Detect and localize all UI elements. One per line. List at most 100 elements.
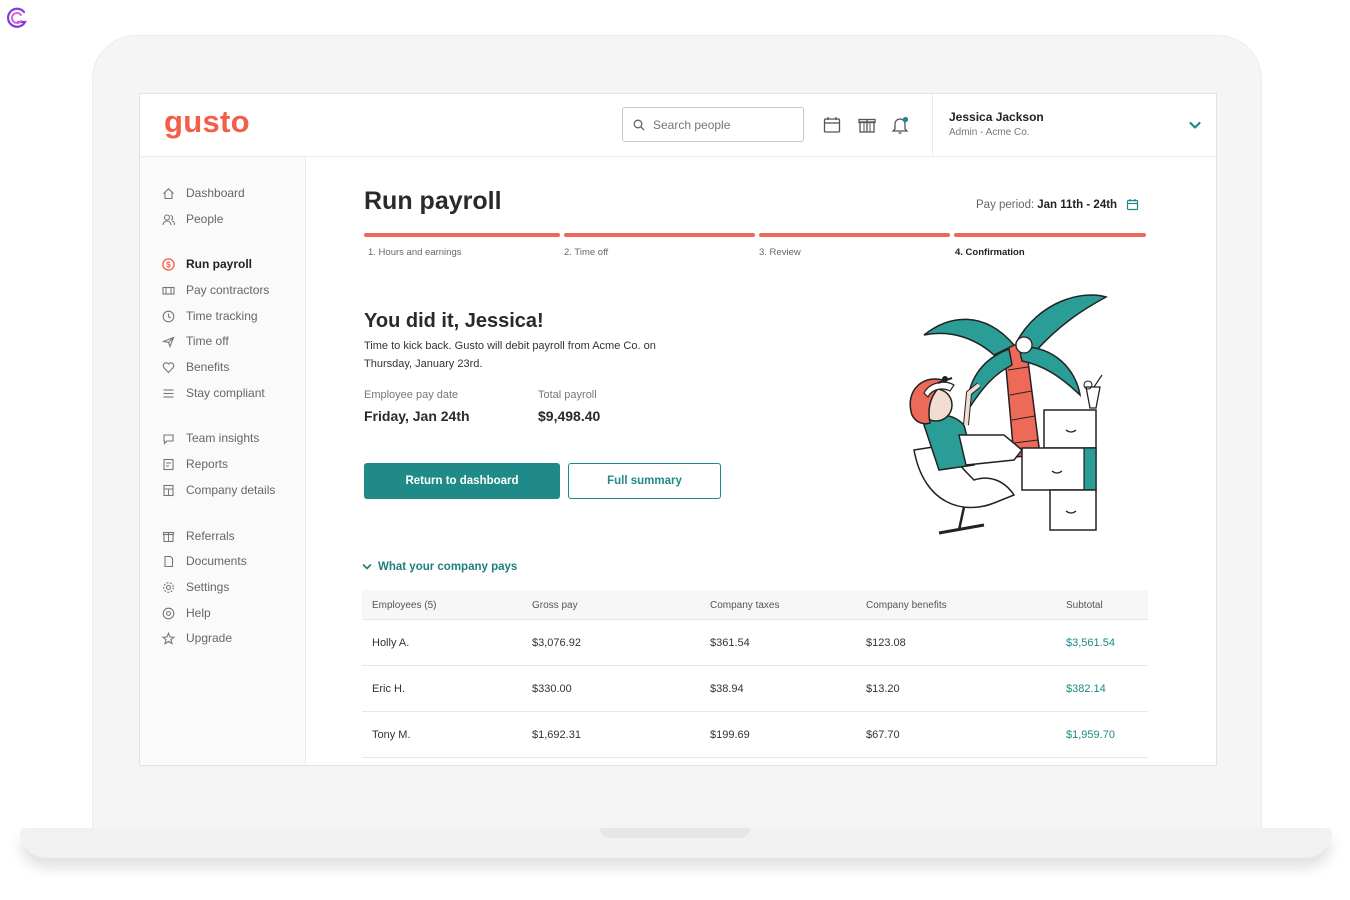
sidebar-item-dashboard[interactable]: Dashboard — [162, 186, 245, 200]
heart-icon — [162, 361, 175, 373]
sidebar-item-label: Upgrade — [186, 631, 233, 645]
company-pays-table: Employees (5) Gross pay Company taxes Co… — [362, 590, 1148, 758]
gross-pay: $1,692.31 — [532, 729, 581, 741]
subtotal: $382.14 — [1066, 683, 1106, 695]
sidebar-item-label: Benefits — [186, 360, 230, 374]
chevron-down-icon — [362, 564, 372, 570]
subtotal: $3,561.54 — [1066, 637, 1115, 649]
gift-icon[interactable] — [857, 115, 877, 135]
sidebar-item-label: Settings — [186, 580, 230, 594]
user-name: Jessica Jackson — [949, 110, 1044, 124]
calendar-icon[interactable] — [1126, 198, 1139, 211]
sidebar-item-label: Pay contractors — [186, 283, 270, 297]
app-screen: gusto Jessica Jackson — [139, 93, 1217, 766]
sidebar-item-pay-contractors[interactable]: Pay contractors — [162, 283, 269, 297]
subtotal: $1,959.70 — [1066, 729, 1115, 741]
sidebar-item-label: Run payroll — [186, 257, 253, 271]
employee-pay-date-label: Employee pay date — [364, 389, 459, 401]
step-progress-1 — [364, 233, 560, 237]
sidebar: Dashboard People $ Run payroll Pay contr… — [140, 157, 306, 765]
company-pays-toggle[interactable]: What your company pays — [362, 561, 517, 573]
chat-icon — [163, 433, 174, 445]
sidebar-item-benefits[interactable]: Benefits — [162, 360, 229, 374]
step-progress-2 — [564, 233, 755, 237]
wallet-icon — [162, 286, 175, 295]
sidebar-item-settings[interactable]: Settings — [162, 580, 229, 594]
report-icon — [163, 458, 174, 470]
top-bar: gusto Jessica Jackson — [140, 94, 1216, 157]
main-content: Run payroll Pay period: Jan 11th - 24th … — [306, 157, 1216, 765]
sidebar-item-label: Time off — [186, 334, 229, 348]
sidebar-item-referrals[interactable]: Referrals — [162, 529, 235, 543]
search-icon — [633, 119, 645, 130]
sidebar-item-company-details[interactable]: Company details — [162, 483, 275, 497]
step-progress-4 — [954, 233, 1146, 237]
sidebar-item-time-off[interactable]: Time off — [162, 334, 229, 348]
people-icon — [162, 213, 175, 225]
pay-period-value: Jan 11th - 24th — [1037, 198, 1118, 211]
sidebar-item-people[interactable]: People — [162, 212, 223, 226]
sidebar-item-team-insights[interactable]: Team insights — [162, 431, 259, 445]
calendar-icon[interactable] — [822, 115, 842, 135]
employee-pay-date: Friday, Jan 24th — [364, 408, 470, 424]
list-icon — [163, 388, 174, 398]
sidebar-item-label: Time tracking — [186, 309, 258, 323]
sidebar-item-upgrade[interactable]: Upgrade — [162, 631, 232, 645]
company-benefits: $123.08 — [866, 637, 906, 649]
dollar-icon: $ — [162, 257, 175, 271]
sidebar-item-stay-compliant[interactable]: Stay compliant — [162, 386, 265, 400]
sidebar-item-label: Team insights — [186, 431, 260, 445]
sidebar-item-time-tracking[interactable]: Time tracking — [162, 309, 258, 323]
table-row[interactable]: Tony M. $1,692.31 $199.69 $67.70 $1,959.… — [362, 712, 1148, 758]
search-input[interactable] — [653, 117, 793, 132]
home-icon — [163, 187, 174, 199]
column-header-company-taxes: Company taxes — [710, 600, 780, 611]
company-taxes: $199.69 — [710, 729, 750, 741]
sidebar-item-label: Reports — [186, 457, 229, 471]
app-logo-icon — [6, 7, 27, 28]
return-to-dashboard-button[interactable]: Return to dashboard — [364, 463, 560, 499]
user-menu[interactable]: Jessica Jackson Admin - Acme Co. — [932, 94, 1216, 157]
page-title: Run payroll — [364, 187, 502, 215]
brand-logo[interactable]: gusto — [164, 104, 250, 140]
sidebar-item-documents[interactable]: Documents — [162, 554, 247, 568]
column-header-subtotal: Subtotal — [1066, 600, 1103, 611]
table-row[interactable]: Holly A. $3,076.92 $361.54 $123.08 $3,56… — [362, 620, 1148, 666]
pay-period: Pay period: Jan 11th - 24th — [976, 198, 1139, 211]
step-hours-and-earnings[interactable]: 1. Hours and earnings — [368, 247, 461, 258]
step-time-off[interactable]: 2. Time off — [564, 247, 608, 258]
company-pays-toggle-label: What your company pays — [378, 561, 518, 573]
search-box[interactable] — [622, 107, 804, 142]
total-payroll-label: Total payroll — [538, 389, 597, 401]
full-summary-button[interactable]: Full summary — [568, 463, 721, 499]
sidebar-item-help[interactable]: Help — [162, 606, 211, 620]
sidebar-item-label: Dashboard — [186, 186, 245, 200]
bell-icon[interactable] — [890, 115, 910, 135]
table-row[interactable]: Eric H. $330.00 $38.94 $13.20 $382.14 — [362, 666, 1148, 712]
gross-pay: $330.00 — [532, 683, 572, 695]
company-benefits: $13.20 — [866, 683, 900, 695]
sidebar-item-label: Referrals — [186, 529, 235, 543]
gift-icon — [162, 531, 175, 542]
sidebar-item-label: Documents — [186, 554, 247, 568]
chevron-down-icon[interactable] — [1188, 118, 1202, 132]
table-header-row: Employees (5) Gross pay Company taxes Co… — [362, 590, 1148, 620]
pay-period-label: Pay period: — [976, 198, 1035, 211]
success-message: Time to kick back. Gusto will debit payr… — [364, 340, 656, 370]
company-taxes: $38.94 — [710, 683, 744, 695]
help-icon — [162, 607, 175, 619]
sidebar-item-run-payroll[interactable]: $ Run payroll — [162, 257, 252, 271]
sidebar-item-label: Company details — [186, 483, 276, 497]
employee-name: Eric H. — [372, 683, 405, 695]
company-taxes: $361.54 — [710, 637, 750, 649]
plane-icon — [162, 336, 175, 348]
step-review[interactable]: 3. Review — [759, 247, 801, 258]
sidebar-item-reports[interactable]: Reports — [162, 457, 228, 471]
clock-icon — [162, 310, 175, 322]
star-icon — [162, 631, 175, 645]
column-header-employees: Employees (5) — [372, 600, 437, 611]
document-icon — [164, 555, 174, 567]
column-header-gross-pay: Gross pay — [532, 600, 578, 611]
column-header-company-benefits: Company benefits — [866, 600, 947, 611]
step-confirmation[interactable]: 4. Confirmation — [955, 247, 1025, 258]
